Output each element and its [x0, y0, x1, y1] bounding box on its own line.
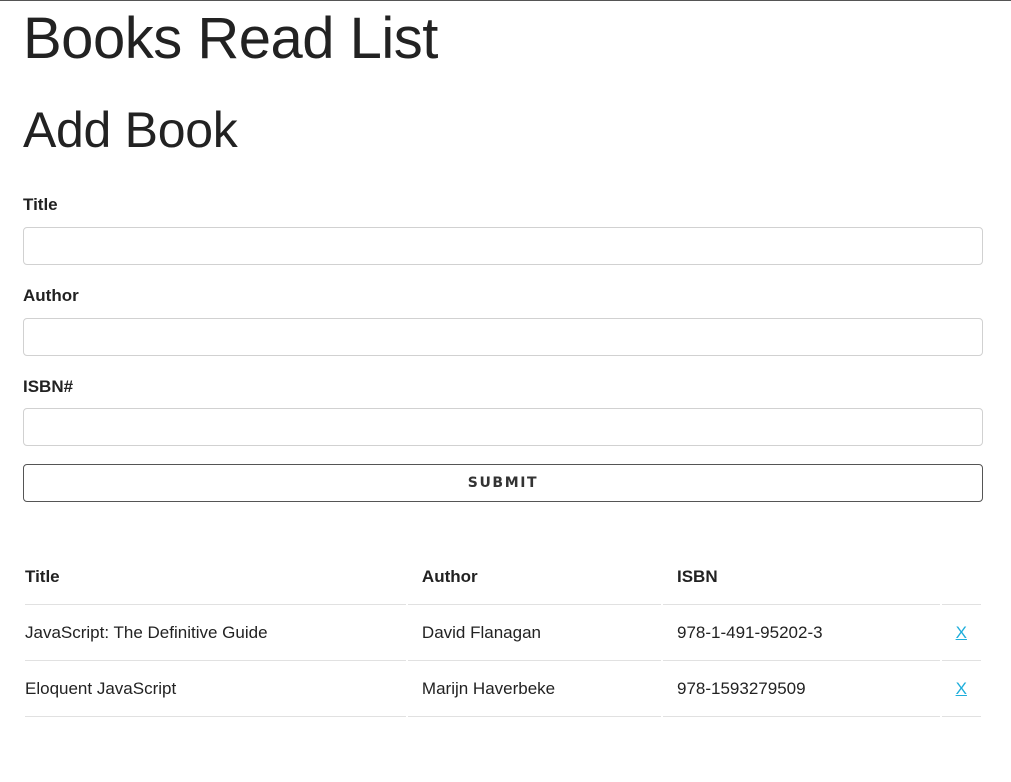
top-border-line: [0, 0, 1011, 1]
book-isbn-cell: 978-1-491-95202-3: [663, 605, 940, 661]
title-input[interactable]: [23, 227, 983, 265]
isbn-label: ISBN#: [23, 377, 74, 396]
book-author-cell: David Flanagan: [407, 605, 661, 661]
book-action-cell: X: [941, 661, 981, 717]
book-action-cell: X: [941, 605, 981, 661]
table-row: JavaScript: The Definitive Guide David F…: [25, 605, 981, 661]
submit-button[interactable]: SUBMIT: [23, 464, 983, 502]
column-header-action: [941, 549, 981, 605]
table-header-row: Title Author ISBN: [25, 549, 981, 605]
table-row: Eloquent JavaScript Marijn Haverbeke 978…: [25, 661, 981, 717]
isbn-input[interactable]: [23, 408, 983, 446]
book-isbn-cell: 978-1593279509: [663, 661, 940, 717]
column-header-author: Author: [407, 549, 661, 605]
author-label: Author: [23, 286, 79, 305]
column-header-title: Title: [25, 549, 406, 605]
book-author-cell: Marijn Haverbeke: [407, 661, 661, 717]
book-title-cell: Eloquent JavaScript: [25, 661, 406, 717]
column-header-isbn: ISBN: [663, 549, 940, 605]
book-title-cell: JavaScript: The Definitive Guide: [25, 605, 406, 661]
page-title: Books Read List: [23, 6, 438, 71]
add-book-heading: Add Book: [23, 102, 238, 158]
author-input[interactable]: [23, 318, 983, 356]
title-label: Title: [23, 195, 58, 214]
delete-book-link[interactable]: X: [942, 679, 967, 699]
delete-book-link[interactable]: X: [942, 623, 967, 643]
books-table: Title Author ISBN JavaScript: The Defini…: [23, 549, 983, 717]
